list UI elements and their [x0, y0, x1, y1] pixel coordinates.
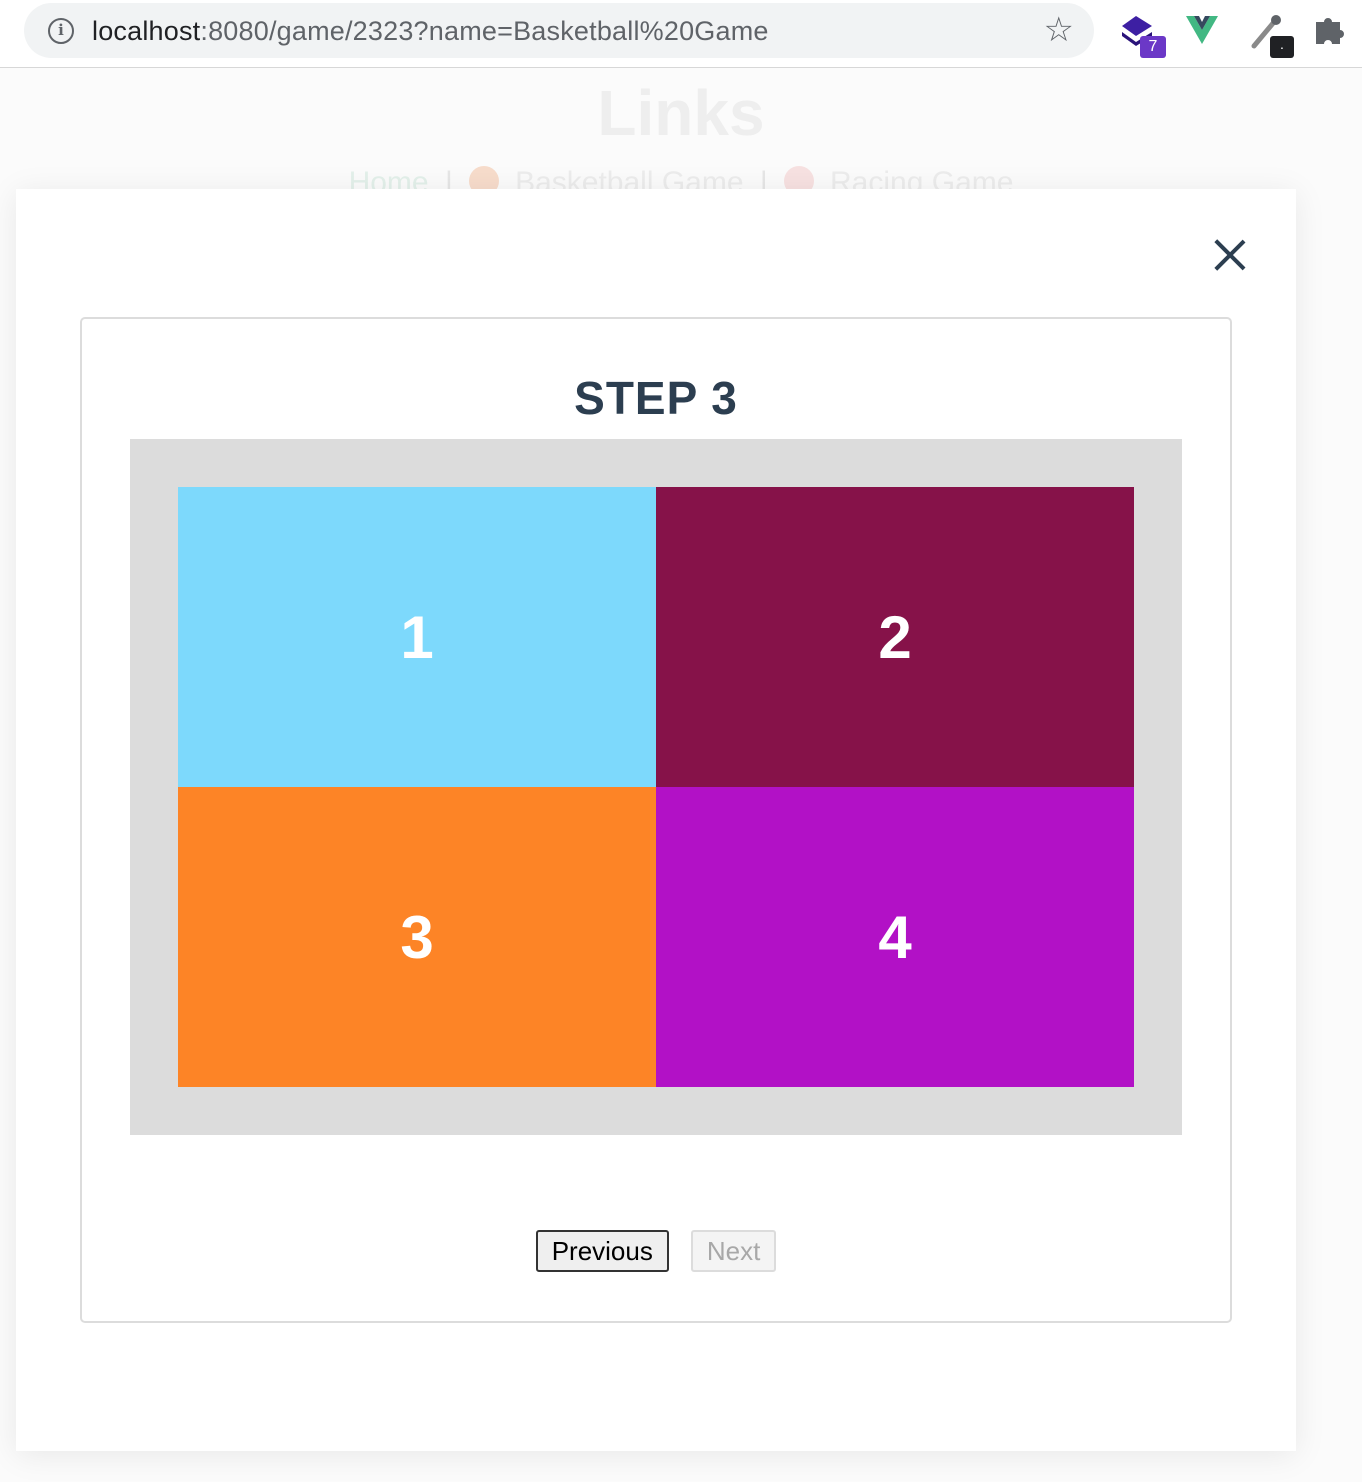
puzzle-glyph — [1316, 18, 1344, 44]
stack-extension-icon[interactable]: 7 — [1120, 12, 1166, 58]
url-text[interactable]: localhost:8080/game/2323?name=Basketball… — [92, 16, 769, 47]
bookmark-star-icon[interactable]: ☆ — [1044, 11, 1074, 49]
puzzle-extensions-icon[interactable] — [1312, 12, 1352, 58]
vue-logo-glyph — [1186, 16, 1218, 44]
zone-2[interactable]: 2 — [656, 487, 1134, 787]
zone-grid: 1 2 3 4 — [178, 487, 1134, 1087]
eyedropper-extension-icon[interactable]: . — [1248, 12, 1294, 58]
vue-devtools-icon[interactable] — [1184, 12, 1224, 58]
court-area: 1 2 3 4 — [130, 439, 1182, 1135]
next-button: Next — [690, 1230, 777, 1272]
browser-toolbar: i localhost:8080/game/2323?name=Basketba… — [0, 0, 1362, 68]
url-path: :8080/game/2323?name=Basketball%20Game — [200, 16, 769, 46]
step-navigation: Previous Next — [82, 1230, 1230, 1272]
step-title: STEP 3 — [574, 372, 738, 424]
game-modal: STEP 3 1 2 3 4 Previous Next — [16, 189, 1296, 1451]
extension-badge-dark: . — [1270, 36, 1294, 58]
zone-3[interactable]: 3 — [178, 787, 656, 1087]
zone-1[interactable]: 1 — [178, 487, 656, 787]
site-info-icon[interactable]: i — [48, 18, 74, 44]
previous-button[interactable]: Previous — [535, 1230, 669, 1272]
url-host: localhost — [92, 16, 201, 46]
extension-badge: 7 — [1140, 36, 1166, 58]
page-title: Links — [597, 77, 765, 149]
step-card: STEP 3 1 2 3 4 Previous Next — [80, 317, 1232, 1323]
zone-4[interactable]: 4 — [656, 787, 1134, 1087]
close-icon[interactable] — [1212, 237, 1248, 273]
address-bar[interactable]: i localhost:8080/game/2323?name=Basketba… — [24, 3, 1094, 58]
